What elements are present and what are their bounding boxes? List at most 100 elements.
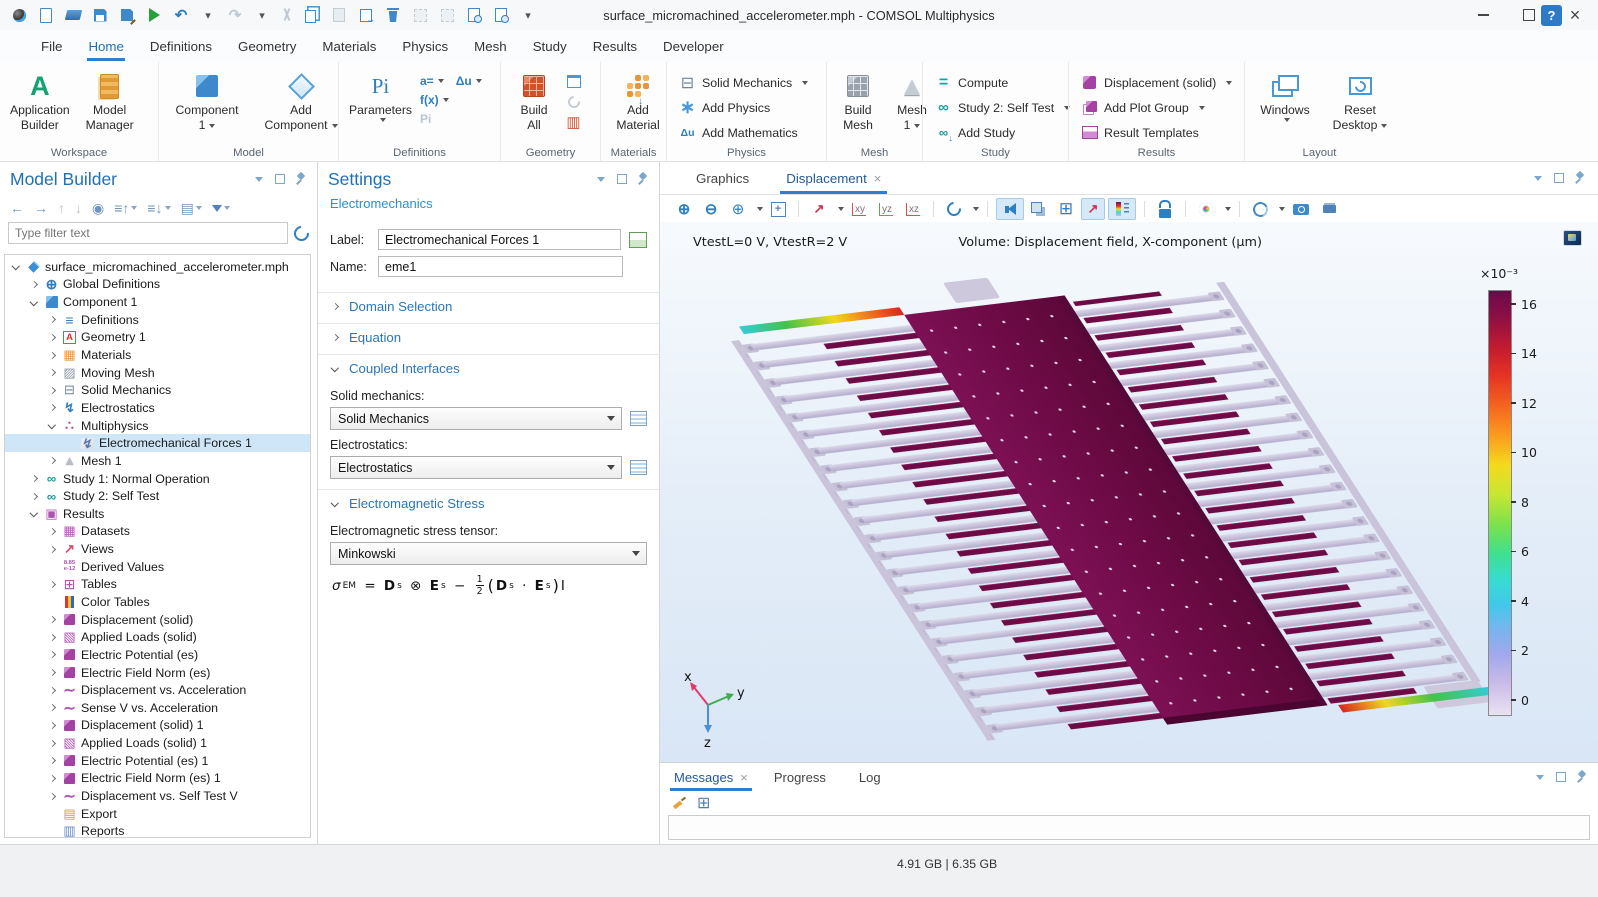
rotate-icon[interactable]: [942, 198, 966, 220]
undo-icon[interactable]: [172, 6, 190, 24]
tree-row[interactable]: Views: [5, 540, 310, 558]
stress-tensor-select[interactable]: Minkowski: [330, 542, 647, 565]
plot-canvas[interactable]: VtestL=0 V, VtestR=2 V Volume: Displacem…: [660, 222, 1598, 763]
menu-tab[interactable]: Mesh: [461, 30, 520, 62]
tree-expand-icon[interactable]: [29, 473, 40, 484]
tree-row[interactable]: Datasets: [5, 523, 310, 541]
menu-tab[interactable]: Developer: [650, 30, 737, 62]
tree-expand-icon[interactable]: [11, 261, 22, 272]
transparency-icon[interactable]: [1027, 198, 1051, 220]
panel-menu-icon[interactable]: [1534, 771, 1546, 783]
tree-row[interactable]: Export: [5, 805, 310, 823]
zoom-extents-icon[interactable]: [766, 198, 790, 220]
component-button[interactable]: Component1: [165, 67, 249, 145]
open-file-icon[interactable]: [64, 6, 82, 24]
tree-row[interactable]: Tables: [5, 576, 310, 594]
tree-row[interactable]: Sense V vs. Acceleration: [5, 699, 310, 717]
tree-row[interactable]: Solid Mechanics: [5, 381, 310, 399]
ribbon-row-button[interactable]: Result Templates: [1075, 121, 1238, 144]
section-domain-selection[interactable]: Domain Selection: [318, 292, 659, 319]
tree-expand-icon[interactable]: [47, 791, 58, 802]
tree-row[interactable]: Moving Mesh: [5, 364, 310, 382]
tree-expand-icon[interactable]: [29, 297, 40, 308]
print-icon[interactable]: [1317, 198, 1341, 220]
graphics-tab[interactable]: Displacement×: [786, 162, 881, 194]
accelerometer-3d-model[interactable]: [660, 222, 1598, 763]
tree-expand-icon[interactable]: [47, 755, 58, 766]
solid-mechanics-select[interactable]: Solid Mechanics: [330, 407, 622, 430]
panel-float-icon[interactable]: [274, 173, 286, 185]
tree-row[interactable]: Mesh 1: [5, 452, 310, 470]
add-component-button[interactable]: AddComponent: [253, 67, 349, 145]
back-icon[interactable]: ←: [10, 200, 24, 216]
copy-icon[interactable]: [303, 6, 321, 24]
collapse-all-icon[interactable]: ≡↑: [114, 200, 137, 216]
tree-row[interactable]: Displacement (solid) 1: [5, 717, 310, 735]
tree-expand-icon[interactable]: [47, 596, 58, 607]
model-manager-button[interactable]: ModelManager: [78, 67, 142, 145]
tree-row[interactable]: Applied Loads (solid): [5, 628, 310, 646]
tree-expand-icon[interactable]: [47, 544, 58, 555]
menu-tab[interactable]: Materials: [309, 30, 389, 62]
tab-close-icon[interactable]: ×: [874, 171, 882, 186]
rename-icon[interactable]: [629, 232, 647, 248]
build-all-button[interactable]: BuildAll: [507, 67, 561, 145]
zoom-box-icon[interactable]: [726, 198, 750, 220]
panel-float-icon[interactable]: [616, 173, 628, 185]
redo-dropdown-icon[interactable]: [253, 6, 271, 24]
tree-expand-icon[interactable]: [47, 314, 58, 325]
tree-expand-icon[interactable]: [47, 350, 58, 361]
tree-expand-icon[interactable]: [47, 738, 58, 749]
tab-close-icon[interactable]: ×: [740, 770, 748, 785]
minimize-button[interactable]: [1460, 0, 1506, 30]
show-icon[interactable]: ◉: [92, 200, 104, 217]
menu-tab[interactable]: Home: [75, 30, 136, 62]
tree-expand-icon[interactable]: [47, 402, 58, 413]
tree-row[interactable]: surface_micromachined_accelerometer.mph: [5, 258, 310, 276]
show-color-legend-icon[interactable]: [1108, 198, 1136, 220]
panel-menu-icon[interactable]: [253, 173, 265, 185]
go-to-source-icon[interactable]: [630, 411, 647, 426]
zoom-in-icon[interactable]: [672, 198, 696, 220]
view-xy-icon[interactable]: [847, 198, 871, 220]
parameters-button[interactable]: Parameters: [345, 67, 416, 145]
tree-row[interactable]: Displacement vs. Self Test V: [5, 787, 310, 805]
dropdown-caret-icon[interactable]: [757, 207, 763, 211]
tree-row[interactable]: Study 1: Normal Operation: [5, 470, 310, 488]
section-coupled-interfaces[interactable]: Coupled Interfaces: [318, 354, 659, 381]
snapshot-icon[interactable]: [1288, 198, 1314, 220]
messages-output[interactable]: [668, 815, 1590, 840]
forward-icon[interactable]: →: [34, 200, 48, 216]
tree-row[interactable]: Geometry 1: [5, 329, 310, 347]
tree-expand-icon[interactable]: [47, 720, 58, 731]
tree-expand-icon[interactable]: [47, 579, 58, 590]
tree-row[interactable]: Electromechanical Forces 1: [5, 434, 310, 452]
tree-row[interactable]: Electric Field Norm (es) 1: [5, 770, 310, 788]
tree-expand-icon[interactable]: [47, 332, 58, 343]
tree-row[interactable]: Electric Field Norm (es): [5, 664, 310, 682]
build-mesh-button[interactable]: BuildMesh: [833, 67, 883, 145]
panel-menu-icon[interactable]: [1532, 172, 1544, 184]
tree-row[interactable]: Electric Potential (es) 1: [5, 752, 310, 770]
tree-row[interactable]: Color Tables: [5, 593, 310, 611]
section-electromagnetic-stress[interactable]: Electromagnetic Stress: [318, 489, 659, 516]
view-yz-icon[interactable]: [874, 198, 898, 220]
tree-expand-icon[interactable]: [47, 808, 58, 819]
update-plot-icon[interactable]: [1248, 198, 1272, 220]
grid-icon[interactable]: [1054, 198, 1078, 220]
application-builder-button[interactable]: ApplicationBuilder: [6, 67, 74, 145]
menu-tab[interactable]: Study: [520, 30, 580, 62]
menu-tab[interactable]: Geometry: [225, 30, 309, 62]
panel-pin-icon[interactable]: [295, 173, 307, 185]
tree-row[interactable]: Multiphysics: [5, 417, 310, 435]
duplicate-icon[interactable]: [357, 6, 375, 24]
panel-pin-icon[interactable]: [1576, 771, 1588, 783]
reset-desktop-button[interactable]: ResetDesktop: [1323, 67, 1397, 145]
tree-row[interactable]: Reports: [5, 823, 310, 839]
go-to-source-icon[interactable]: [630, 460, 647, 475]
virtual-operations-icon[interactable]: [565, 113, 582, 130]
panel-float-icon[interactable]: [1555, 771, 1567, 783]
filter-icon[interactable]: [212, 205, 230, 212]
tree-row[interactable]: Derived Values: [5, 558, 310, 576]
panel-pin-icon[interactable]: [637, 173, 649, 185]
